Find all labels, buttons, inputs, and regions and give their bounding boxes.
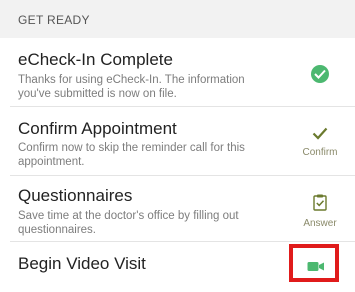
item-description: Thanks for using eCheck-In. The informat…	[18, 74, 245, 100]
item-description: Confirm now to skip the reminder call fo…	[18, 142, 245, 168]
section-header: GET READY	[0, 0, 355, 38]
confirm-label: Confirm	[302, 147, 338, 158]
answer-label: Answer	[303, 218, 337, 229]
highlight-box	[289, 244, 339, 282]
list-item-questionnaires[interactable]: Questionnaires Save time at the doctor's…	[0, 176, 355, 242]
checkmark-icon	[312, 127, 328, 140]
list-item-confirm-appointment[interactable]: Confirm Appointment Confirm now to skip …	[0, 107, 355, 176]
answer-button[interactable]: Answer	[290, 194, 350, 229]
confirm-button[interactable]: Confirm	[290, 127, 350, 158]
item-title: Begin Video Visit	[18, 254, 146, 273]
item-title: Confirm Appointment	[18, 119, 177, 138]
clipboard-check-icon	[313, 194, 327, 211]
check-circle-icon	[311, 65, 329, 83]
echeckin-status	[290, 65, 350, 83]
list-item-echeckin[interactable]: eCheck-In Complete Thanks for using eChe…	[0, 38, 355, 107]
section-header-label: GET READY	[18, 13, 90, 27]
item-description: Save time at the doctor's office by fill…	[18, 210, 239, 236]
item-title: eCheck-In Complete	[18, 50, 173, 69]
item-title: Questionnaires	[18, 186, 133, 205]
